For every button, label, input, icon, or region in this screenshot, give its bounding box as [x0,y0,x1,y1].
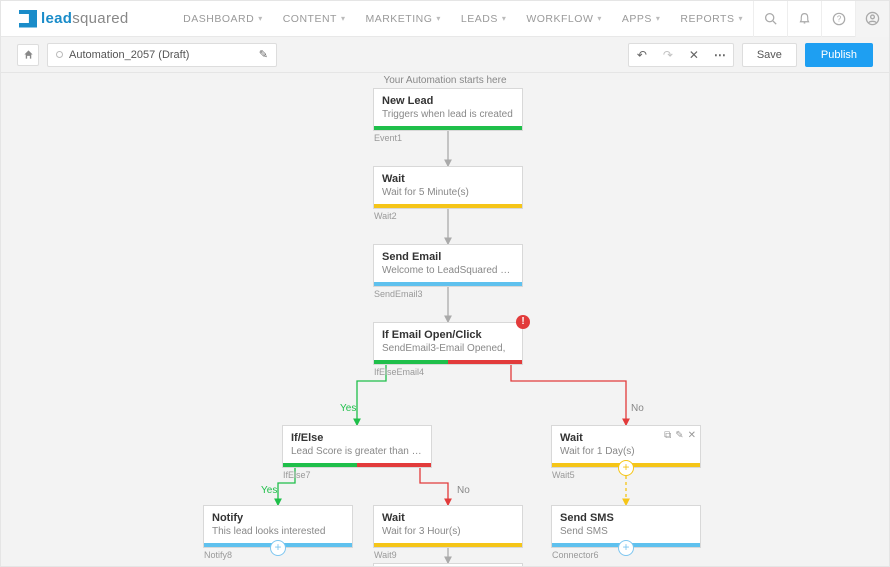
node-sendsms6[interactable]: Send SMS Send SMS + Connector6 [551,505,701,548]
branch-label-no: No [457,485,470,496]
nav-reports[interactable]: REPORTS▾ [670,1,753,37]
logo-mark-icon [19,10,37,28]
nav-content[interactable]: CONTENT▾ [273,1,356,37]
nav-marketing[interactable]: MARKETING▾ [355,1,450,37]
node-event1[interactable]: New Lead Triggers when lead is created E… [373,88,523,131]
automation-title: Automation_2057 (Draft) [69,49,253,61]
automation-title-box[interactable]: Automation_2057 (Draft) ✎ [47,43,277,67]
branch-label-no: No [631,403,644,414]
add-step-button[interactable]: + [618,540,634,556]
publish-button[interactable]: Publish [805,43,873,67]
edit-icon[interactable]: ✎ [675,430,683,441]
flow-edges [1,73,889,566]
node-subtitle: Triggers when lead is created [374,107,522,126]
node-subtitle: Wait for 3 Hour(s) [374,524,522,543]
node-accent-bar [374,204,522,208]
nav-apps[interactable]: APPS▾ [612,1,671,37]
node-title: Send SMS [374,564,522,566]
node-title: Wait [374,506,522,524]
chevron-down-icon: ▾ [502,14,507,23]
node-title: Send SMS [552,506,700,524]
node-wait2[interactable]: Wait Wait for 5 Minute(s) Wait2 [373,166,523,209]
nav-leads[interactable]: LEADS▾ [451,1,516,37]
chevron-down-icon: ▾ [436,14,441,23]
delete-icon[interactable]: ✕ [688,430,696,441]
chevron-down-icon: ▾ [738,14,743,23]
node-id-label: IfElse7 [283,470,311,480]
home-button[interactable] [17,44,39,66]
copy-icon[interactable]: ⧉ [664,430,671,441]
node-notify8[interactable]: Notify This lead looks interested + Noti… [203,505,353,548]
node-id-label: Wait9 [374,550,397,560]
add-step-button[interactable]: + [270,540,286,556]
node-sendsms10[interactable]: Send SMS [373,563,523,566]
node-subtitle: SendEmail3-Email Opened, [374,341,522,360]
search-icon[interactable] [753,1,787,37]
redo-button[interactable]: ↷ [655,44,681,66]
node-id-label: Wait2 [374,211,397,221]
node-ifelse7[interactable]: If/Else Lead Score is greater than or eq… [282,425,432,468]
chevron-down-icon: ▾ [341,14,346,23]
chevron-down-icon: ▾ [597,14,602,23]
node-title: Notify [204,506,352,524]
node-title: New Lead [374,89,522,107]
node-accent-bar [374,126,522,130]
close-button[interactable]: ✕ [681,44,707,66]
bell-icon[interactable] [787,1,821,37]
node-tools: ⧉ ✎ ✕ [664,430,696,441]
start-label: Your Automation starts here [1,73,889,86]
node-title: Wait [374,167,522,185]
node-accent-bar [374,282,522,286]
nav-utility-icons: ? [753,1,889,37]
top-nav: leadsquared DASHBOARD▾ CONTENT▾ MARKETIN… [1,1,889,37]
node-id-label: Event1 [374,133,402,143]
node-accent-bar [374,360,522,364]
undo-button[interactable]: ↶ [629,44,655,66]
node-wait5[interactable]: ⧉ ✎ ✕ Wait Wait for 1 Day(s) + Wait5 [551,425,701,468]
logo[interactable]: leadsquared [1,10,147,28]
branch-label-yes: Yes [340,403,356,414]
nav-dashboard[interactable]: DASHBOARD▾ [173,1,273,37]
node-subtitle: Lead Score is greater than or equal to..… [283,444,431,463]
help-icon[interactable]: ? [821,1,855,37]
node-accent-bar [283,463,431,467]
save-button[interactable]: Save [742,43,797,67]
node-id-label: Notify8 [204,550,232,560]
chevron-down-icon: ▾ [258,14,263,23]
node-id-label: IfElseEmail4 [374,367,424,377]
add-step-button[interactable]: + [618,460,634,476]
edit-title-icon[interactable]: ✎ [259,48,268,61]
status-dot-icon [56,51,63,58]
nav-workflow[interactable]: WORKFLOW▾ [516,1,612,37]
node-title: If Email Open/Click [374,323,522,341]
branch-label-yes: Yes [261,485,277,496]
node-title: Send Email [374,245,522,263]
node-id-label: SendEmail3 [374,289,423,299]
node-ifemail4[interactable]: ! If Email Open/Click SendEmail3-Email O… [373,322,523,365]
alert-icon[interactable]: ! [516,315,530,329]
nav-menu: DASHBOARD▾ CONTENT▾ MARKETING▾ LEADS▾ WO… [173,1,753,37]
node-accent-bar [374,543,522,547]
node-subtitle: Wait for 5 Minute(s) [374,185,522,204]
node-id-label: Connector6 [552,550,599,560]
history-actions: ↶ ↷ ✕ ⋯ [628,43,734,67]
node-id-label: Wait5 [552,470,575,480]
logo-text: leadsquared [41,10,129,27]
chevron-down-icon: ▾ [656,14,661,23]
user-icon[interactable] [855,1,889,37]
node-title: If/Else [283,426,431,444]
editor-toolbar: Automation_2057 (Draft) ✎ ↶ ↷ ✕ ⋯ Save P… [1,37,889,73]
node-sendemail3[interactable]: Send Email Welcome to LeadSquared Edu Se… [373,244,523,287]
flow-canvas[interactable]: Your Automation starts here Yes No Yes N… [1,73,889,566]
more-button[interactable]: ⋯ [707,44,733,66]
svg-text:?: ? [836,14,841,23]
node-wait9[interactable]: Wait Wait for 3 Hour(s) Wait9 [373,505,523,548]
node-subtitle: Welcome to LeadSquared Edu [374,263,522,282]
